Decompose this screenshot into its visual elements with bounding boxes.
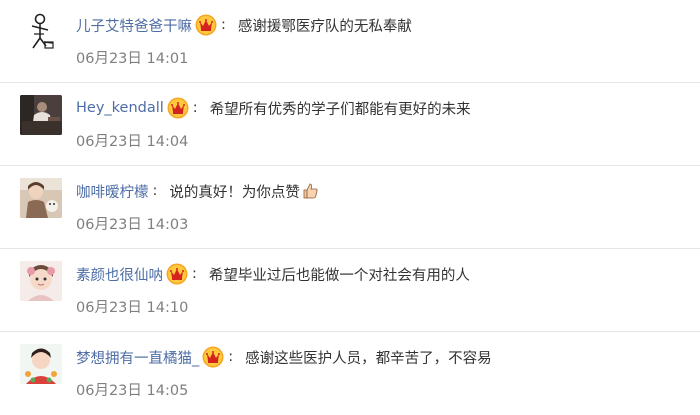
comment-line: Hey_kendall : 希望所有优秀的学子们都能有更好的未来 <box>76 96 471 120</box>
comment-line: 梦想拥有一直橘猫_ : 感谢这些医护人员，都辛苦了，不容易 <box>76 345 492 369</box>
comment-item: 咖啡暧柠檬 : 说的真好！为你点赞 06月23日 14:03 <box>0 166 700 249</box>
vip-crown-icon <box>167 97 189 119</box>
girl-photo-avatar[interactable] <box>20 178 62 218</box>
vip-crown-icon <box>166 263 188 285</box>
comment-text: 感谢这些医护人员，都辛苦了，不容易 <box>245 350 492 367</box>
comment-text: 希望所有优秀的学子们都能有更好的未来 <box>209 101 471 118</box>
colon: : <box>221 17 226 33</box>
comment-time: 06月23日 14:01 <box>76 51 189 67</box>
colon: : <box>192 266 197 282</box>
username-link[interactable]: 儿子艾特爸爸干嘛 <box>76 15 192 36</box>
username-link[interactable]: 咖啡暧柠檬 <box>76 181 149 202</box>
comment-line: 咖啡暧柠檬 : 说的真好！为你点赞 <box>76 179 319 203</box>
comment-item: 梦想拥有一直橘猫_ : 感谢这些医护人员，都辛苦了，不容易 06月23日 14:… <box>0 332 700 415</box>
username-link[interactable]: 素颜也很仙呐 <box>76 264 163 285</box>
comment-text: 希望毕业过后也能做一个对社会有用的人 <box>208 267 470 284</box>
colon: : <box>152 183 158 199</box>
username-link[interactable]: 梦想拥有一直橘猫_ <box>76 347 199 368</box>
girl-flowers-avatar[interactable] <box>20 344 62 384</box>
username-link[interactable]: Hey_kendall <box>76 100 164 116</box>
comment-item: 儿子艾特爸爸干嘛 : 感谢援鄂医疗队的无私奉献 06月23日 14:01 <box>0 0 700 83</box>
comment-list: 儿子艾特爸爸干嘛 : 感谢援鄂医疗队的无私奉献 06月23日 14:01 Hey… <box>0 0 700 405</box>
dark-photo-avatar[interactable] <box>20 95 62 135</box>
comment-text-content: 说的真好！为你点赞 <box>169 184 300 201</box>
child-photo-avatar[interactable] <box>20 261 62 301</box>
colon: : <box>192 100 198 116</box>
vip-crown-icon <box>195 14 217 36</box>
comment-text: 感谢援鄂医疗队的无私奉献 <box>237 18 412 35</box>
comment-line: 儿子艾特爸爸干嘛 : 感谢援鄂医疗队的无私奉献 <box>76 13 412 37</box>
thumbs-up-icon <box>303 183 318 198</box>
comment-text: 说的真好！为你点赞 <box>169 181 319 202</box>
comment-time: 06月23日 14:03 <box>76 217 189 233</box>
stick-figure-avatar[interactable] <box>20 12 62 52</box>
comment-item: 素颜也很仙呐 : 希望毕业过后也能做一个对社会有用的人 06月23日 14:10 <box>0 249 700 332</box>
comment-time: 06月23日 14:10 <box>76 300 189 316</box>
colon: : <box>228 349 234 365</box>
comment-line: 素颜也很仙呐 : 希望毕业过后也能做一个对社会有用的人 <box>76 262 470 286</box>
comment-time: 06月23日 14:05 <box>76 383 189 399</box>
comment-time: 06月23日 14:04 <box>76 134 189 150</box>
vip-crown-icon <box>202 346 224 368</box>
comment-item: Hey_kendall : 希望所有优秀的学子们都能有更好的未来 06月23日 … <box>0 83 700 166</box>
